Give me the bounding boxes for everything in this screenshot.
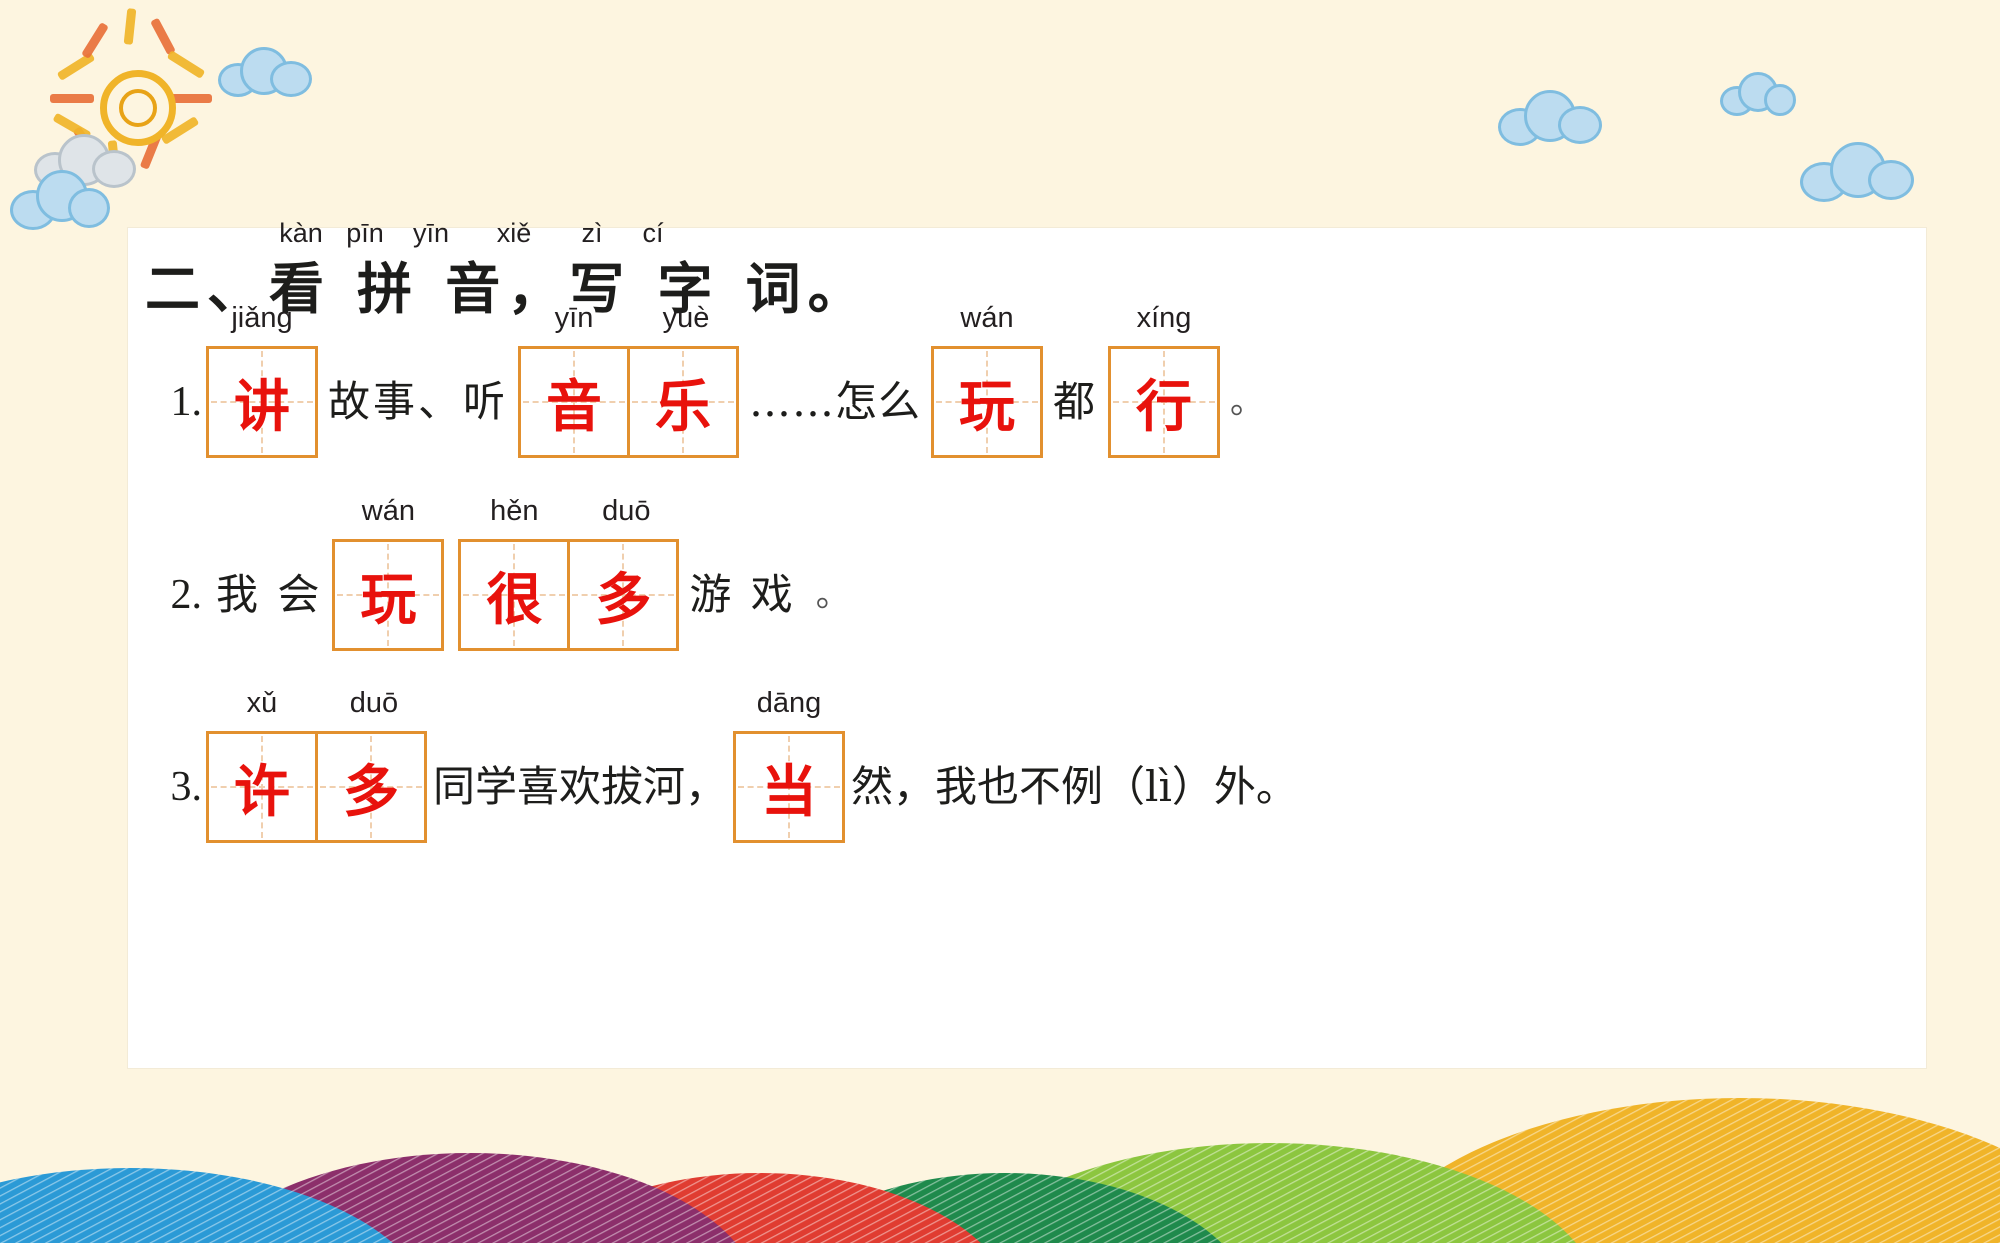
sentence-period: 。 — [815, 576, 850, 614]
answer-character: 许 — [234, 759, 290, 825]
sentence-period: 。 — [1230, 383, 1265, 421]
sentence-text: ……怎么 — [749, 377, 922, 426]
answer-box-group[interactable]: xǔ duō 许 多 — [206, 687, 427, 843]
pinyin-label: dāng — [756, 687, 822, 719]
answer-cell[interactable]: 很 — [458, 539, 571, 651]
exercise-row: 2. 我 会 wán 玩 hěn duō 很 多 游 戏 。 — [128, 481, 1926, 651]
exercise-row: 1. jiǎng 讲 故事、听 yīn yuè 音 乐 ……怎么 wán 玩 都… — [128, 288, 1926, 458]
answer-box-group[interactable]: yīn yuè 音 乐 — [518, 302, 740, 458]
answer-character: 玩 — [959, 374, 1016, 440]
answer-cell[interactable]: 玩 — [332, 539, 445, 651]
pinyin-label: wán — [960, 302, 1014, 334]
pinyin-label: duō — [349, 687, 399, 719]
pinyin-label: yuè — [662, 302, 710, 334]
cloud-icon — [1498, 88, 1602, 146]
answer-cell[interactable]: 多 — [315, 731, 427, 843]
sentence-text: 游 戏 — [689, 570, 796, 619]
answer-cell[interactable]: 乐 — [627, 346, 740, 458]
answer-character: 玩 — [360, 567, 417, 633]
answer-cell[interactable]: 许 — [206, 731, 318, 843]
sentence-text: 同学喜欢拔河， — [433, 762, 728, 811]
pinyin-label: yīn — [554, 302, 594, 334]
answer-character: 乐 — [655, 374, 712, 440]
answer-cell[interactable]: 音 — [518, 346, 631, 458]
pinyin-label: jiǎng — [231, 302, 293, 334]
item-number: 3. — [170, 764, 203, 810]
answer-character: 音 — [546, 374, 603, 440]
answer-box-group[interactable]: hěn duō 很 多 — [458, 495, 680, 651]
answer-cell[interactable]: 多 — [567, 539, 680, 651]
sentence-text: 我 会 — [216, 570, 323, 619]
cloud-icon — [218, 45, 312, 97]
answer-box-group[interactable]: dāng 当 — [733, 687, 846, 843]
answer-character: 多 — [595, 567, 652, 633]
worksheet-card: kàn pīn yīn xiě zì cí 二、看 拼 音，写 字 词。 1. jiǎng… — [128, 218, 1926, 1068]
cloud-icon — [10, 168, 110, 230]
answer-cell[interactable]: 讲 — [206, 346, 318, 458]
pinyin-label: xǔ — [246, 687, 278, 719]
answer-character: 很 — [486, 567, 543, 633]
cloud-icon — [1800, 140, 1914, 202]
answer-box-group[interactable]: wán 玩 — [332, 495, 445, 651]
answer-box-group[interactable]: wán 玩 — [931, 302, 1044, 458]
sentence-text: 然，我也不例（lì）外。 — [851, 762, 1298, 811]
exercise-row: 3. xǔ duō 许 多 同学喜欢拔河， dāng 当 然，我也不例（lì）外… — [128, 673, 1926, 843]
pinyin-label: duō — [602, 495, 651, 527]
sentence-text: 都 — [1053, 377, 1099, 426]
answer-character: 讲 — [234, 374, 290, 440]
pinyin-label: xíng — [1136, 302, 1192, 334]
pinyin-label: hěn — [490, 495, 539, 527]
answer-character: 行 — [1136, 374, 1193, 440]
item-number: 1. — [170, 379, 203, 425]
answer-cell[interactable]: 玩 — [931, 346, 1044, 458]
answer-character: 多 — [343, 759, 399, 825]
pinyin-label: wán — [361, 495, 415, 527]
answer-character: 当 — [761, 759, 818, 825]
answer-box-group[interactable]: jiǎng 讲 — [206, 302, 318, 458]
answer-cell[interactable]: 当 — [733, 731, 846, 843]
cloud-icon — [1720, 72, 1796, 116]
sentence-text: 故事、听 — [328, 377, 509, 426]
answer-box-group[interactable]: xíng 行 — [1108, 302, 1221, 458]
item-number: 2. — [170, 572, 203, 618]
answer-cell[interactable]: 行 — [1108, 346, 1221, 458]
